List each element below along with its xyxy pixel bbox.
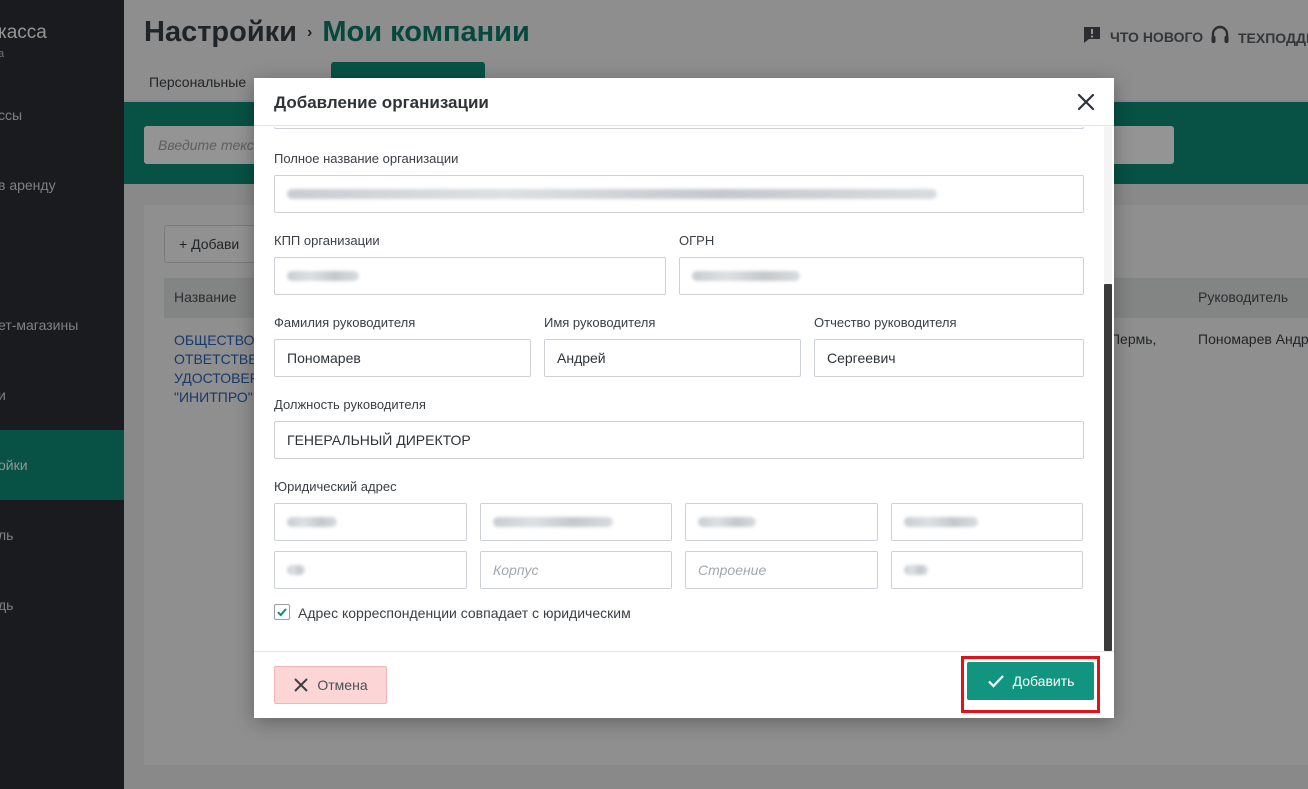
kpp-input[interactable]	[274, 257, 666, 295]
address-street-input[interactable]	[685, 503, 878, 541]
scrollbar-thumb[interactable]	[1104, 284, 1112, 651]
position-label: Должность руководителя	[274, 397, 426, 412]
ogrn-label: ОГРН	[679, 233, 715, 248]
redacted-text	[904, 565, 928, 575]
patronymic-input[interactable]: Сергеевич	[814, 339, 1084, 377]
cancel-button[interactable]: Отмена	[274, 666, 387, 704]
add-organization-dialog: Добавление организации Полное название о…	[254, 78, 1114, 718]
address-house-input[interactable]	[274, 551, 467, 589]
first-name-input[interactable]: Андрей	[544, 339, 801, 377]
previous-field[interactable]	[274, 127, 1084, 129]
redacted-text	[692, 271, 800, 281]
address-index-input[interactable]	[274, 503, 467, 541]
redacted-text	[904, 517, 978, 527]
redacted-text	[287, 565, 305, 575]
patronymic-label: Отчество руководителя	[814, 315, 957, 330]
address-region-input[interactable]	[480, 503, 672, 541]
ogrn-input[interactable]	[679, 257, 1084, 295]
redacted-text	[698, 517, 756, 527]
first-name-label: Имя руководителя	[544, 315, 656, 330]
dialog-body: Полное название организации КПП организа…	[254, 127, 1114, 651]
redacted-text	[287, 517, 337, 527]
redacted-text	[287, 189, 937, 199]
redacted-text	[287, 271, 359, 281]
check-icon	[277, 608, 287, 617]
dialog-header: Добавление организации	[254, 78, 1114, 126]
redacted-text	[493, 517, 613, 527]
address-office-input[interactable]	[891, 551, 1083, 589]
dialog-title: Добавление организации	[274, 93, 489, 112]
full-name-input[interactable]	[274, 175, 1084, 213]
last-name-input[interactable]: Пономарев	[274, 339, 531, 377]
kpp-label: КПП организации	[274, 233, 380, 248]
close-icon	[294, 678, 309, 692]
address-city-input[interactable]	[891, 503, 1083, 541]
close-icon[interactable]	[1074, 90, 1098, 114]
cancel-button-label: Отмена	[317, 677, 368, 693]
check-icon	[987, 675, 1004, 688]
address-stroenie-input[interactable]: Строение	[685, 551, 878, 589]
same-address-checkbox[interactable]	[274, 604, 290, 620]
same-address-label[interactable]: Адрес корреспонденции совпадает с юридич…	[298, 605, 631, 621]
position-input[interactable]: ГЕНЕРАЛЬНЫЙ ДИРЕКТОР	[274, 421, 1084, 459]
legal-address-label: Юридический адрес	[274, 479, 397, 494]
last-name-label: Фамилия руководителя	[274, 315, 416, 330]
dialog-footer: Отмена Добавить	[254, 651, 1114, 718]
address-korpus-input[interactable]: Корпус	[480, 551, 672, 589]
add-button-label: Добавить	[1012, 673, 1075, 689]
add-button[interactable]: Добавить	[967, 662, 1094, 700]
full-name-label: Полное название организации	[274, 151, 459, 166]
